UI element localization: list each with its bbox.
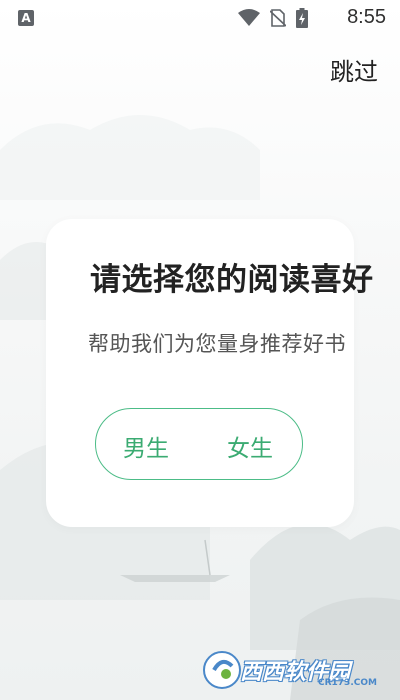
no-sim-icon <box>270 9 286 27</box>
dialog-subtitle: 帮助我们为您量身推荐好书 <box>88 332 346 356</box>
wifi-icon <box>238 9 260 26</box>
male-option-button[interactable]: 男生 <box>123 429 169 463</box>
dialog-title: 请选择您的阅读喜好 <box>90 262 374 298</box>
status-bar: A 8:55 <box>0 0 400 36</box>
status-time: 8:55 <box>347 6 386 28</box>
watermark-subtext: CR173.COM <box>318 678 377 688</box>
skip-button[interactable]: 跳过 <box>330 52 378 87</box>
gender-selector: 男生 女生 <box>95 408 303 480</box>
notification-a-icon: A <box>18 10 34 26</box>
battery-charging-icon <box>296 8 308 28</box>
female-option-button[interactable]: 女生 <box>227 429 273 463</box>
